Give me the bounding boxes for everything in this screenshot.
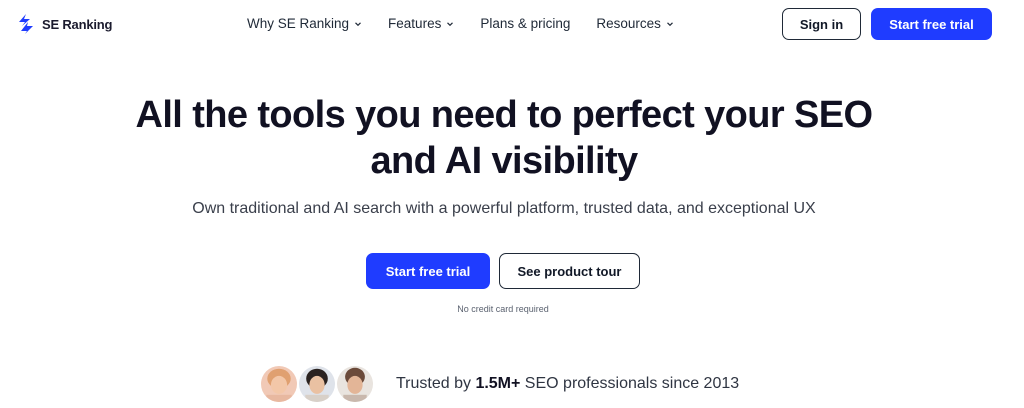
trusted-suffix: SEO professionals since 2013 <box>520 375 740 392</box>
brand-name: SE Ranking <box>42 16 113 32</box>
brand-logo[interactable]: SE Ranking <box>16 13 112 35</box>
avatar <box>259 364 299 404</box>
hero-title-line-2: and AI visibility <box>370 140 638 182</box>
hero-title: All the tools you need to perfect your S… <box>0 92 1008 184</box>
nav-features[interactable]: Features <box>388 16 454 31</box>
nav-item-label: Why SE Ranking <box>247 16 350 31</box>
avatar-group <box>259 364 379 404</box>
nav-item-label: Features <box>388 16 442 31</box>
avatar <box>335 364 375 404</box>
sign-in-button[interactable]: Sign in <box>782 8 861 40</box>
hero-start-trial-button[interactable]: Start free trial <box>366 253 490 289</box>
chevron-down-icon <box>354 20 362 28</box>
se-ranking-logo-icon <box>16 13 36 35</box>
nav-item-label: Resources <box>596 16 661 31</box>
chevron-down-icon <box>666 20 674 28</box>
nav-why-se-ranking[interactable]: Why SE Ranking <box>247 16 362 31</box>
nav-resources[interactable]: Resources <box>596 16 674 31</box>
site-header: SE Ranking Why SE Ranking Features Plans… <box>0 0 1024 48</box>
trusted-by-text: Trusted by 1.5M+ SEO professionals since… <box>396 375 739 393</box>
nav-plans-pricing[interactable]: Plans & pricing <box>480 16 570 31</box>
trusted-count: 1.5M+ <box>475 375 521 392</box>
avatar <box>297 364 337 404</box>
hero-title-line-1: All the tools you need to perfect your S… <box>135 94 873 136</box>
trusted-prefix: Trusted by <box>396 375 476 392</box>
nav-item-label: Plans & pricing <box>480 16 571 31</box>
no-credit-card-note: No credit card required <box>457 304 549 314</box>
main-nav: Why SE Ranking Features Plans & pricing … <box>247 16 674 31</box>
chevron-down-icon <box>446 20 454 28</box>
header-start-trial-button[interactable]: Start free trial <box>871 8 992 40</box>
hero-subtitle: Own traditional and AI search with a pow… <box>192 200 816 217</box>
product-tour-button[interactable]: See product tour <box>499 253 640 289</box>
